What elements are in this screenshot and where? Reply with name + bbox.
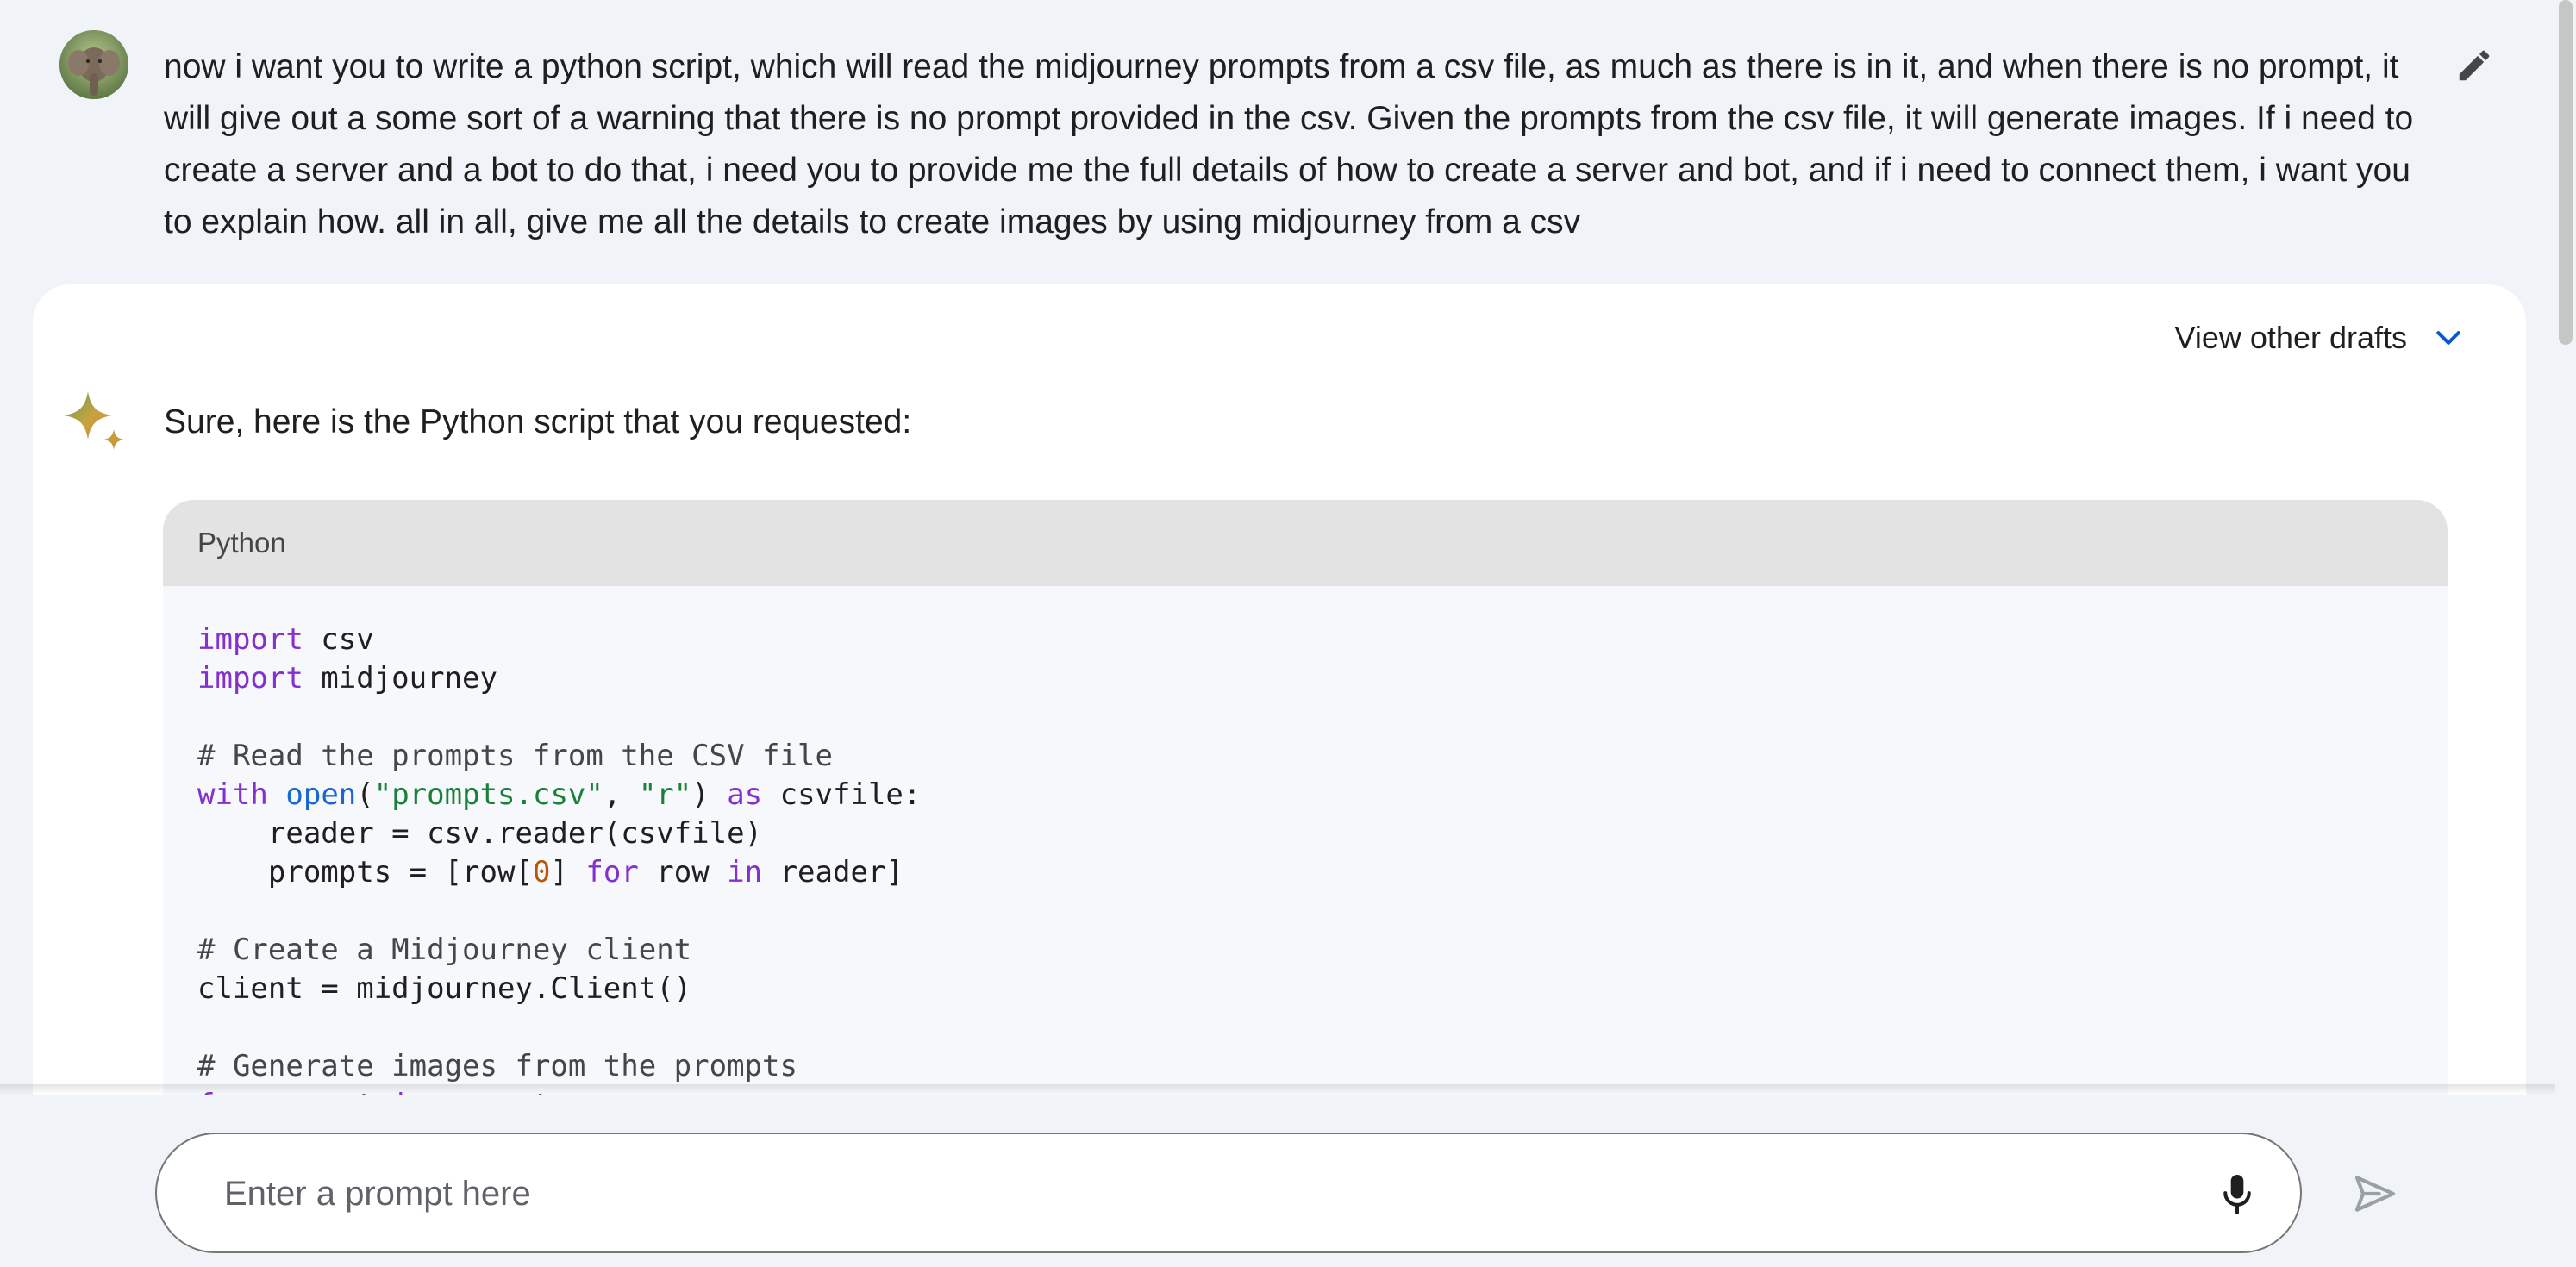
composer-area xyxy=(0,1095,2576,1267)
code-token: "r" xyxy=(638,777,692,812)
user-avatar-elephant-icon[interactable] xyxy=(59,30,128,99)
sparkle-icon xyxy=(64,391,124,450)
code-token: midjourney xyxy=(303,661,497,696)
code-token: # Read the prompts from the CSV file xyxy=(197,739,833,773)
response-card: View other drafts Sure, here is the Pyth… xyxy=(33,284,2526,1095)
code-token: row xyxy=(638,855,728,889)
code-token: import xyxy=(197,622,303,657)
code-token: with xyxy=(197,777,268,812)
code-token: reader] xyxy=(762,855,903,889)
prompt-box[interactable] xyxy=(155,1133,2302,1253)
scroll-shadow xyxy=(0,1084,2576,1095)
page-scrollbar-thumb[interactable] xyxy=(2559,0,2573,345)
code-language-label: Python xyxy=(163,500,2448,586)
code-token: csvfile: xyxy=(762,777,922,812)
code-token: 0 xyxy=(532,855,551,889)
code-token: ) xyxy=(691,777,728,812)
code-line: client = midjourney.Client() xyxy=(197,970,2413,1008)
edit-prompt-button[interactable] xyxy=(2447,38,2502,93)
chevron-down-icon xyxy=(2436,331,2460,345)
code-token: in xyxy=(727,855,763,889)
code-content[interactable]: import csv import midjourney # Read the pr… xyxy=(163,586,2448,1095)
code-line: # Create a Midjourney client xyxy=(197,931,2413,970)
code-token: , xyxy=(603,777,639,812)
code-token: ] xyxy=(550,855,586,889)
code-line: prompts = [row[0] for row in reader] xyxy=(197,853,2413,892)
code-line: # Generate images from the prompts xyxy=(197,1047,2413,1086)
code-line: import midjourney xyxy=(197,659,2413,698)
code-token: csv xyxy=(303,622,374,657)
view-other-drafts-label: View other drafts xyxy=(2174,320,2407,355)
code-line: with open("prompts.csv", "r") as csvfile… xyxy=(197,776,2413,814)
code-block: Python import csv import midjourney # Read… xyxy=(163,500,2448,1095)
code-token: open xyxy=(285,777,357,812)
response-intro-text: Sure, here is the Python script that you… xyxy=(164,403,912,440)
microphone-button[interactable] xyxy=(2207,1164,2267,1224)
page-scrollbar[interactable] xyxy=(2555,0,2576,1095)
code-token: import xyxy=(197,661,303,696)
code-token: for xyxy=(585,855,639,889)
code-line: # Read the prompts from the CSV file xyxy=(197,737,2413,776)
code-token: ( xyxy=(356,777,374,812)
code-token: reader = csv.reader(csvfile) xyxy=(197,816,763,851)
code-token: "prompts.csv" xyxy=(373,777,603,812)
code-token: as xyxy=(727,777,763,812)
send-button[interactable] xyxy=(2345,1164,2405,1224)
view-other-drafts-button[interactable]: View other drafts xyxy=(2175,310,2466,365)
microphone-icon xyxy=(2223,1175,2251,1215)
pencil-icon xyxy=(2459,50,2490,81)
code-line: reader = csv.reader(csvfile) xyxy=(197,814,2413,853)
code-token: prompts = [row[ xyxy=(197,855,533,889)
send-icon xyxy=(2354,1176,2396,1212)
code-token: client = midjourney.Client() xyxy=(197,971,692,1006)
code-line: import csv xyxy=(197,621,2413,659)
code-token: # Create a Midjourney client xyxy=(197,933,692,967)
user-message: now i want you to write a python script,… xyxy=(0,0,2576,276)
user-message-text: now i want you to write a python script,… xyxy=(164,48,2414,240)
code-token: # Generate images from the prompts xyxy=(197,1049,797,1083)
prompt-input[interactable] xyxy=(222,1160,2123,1227)
